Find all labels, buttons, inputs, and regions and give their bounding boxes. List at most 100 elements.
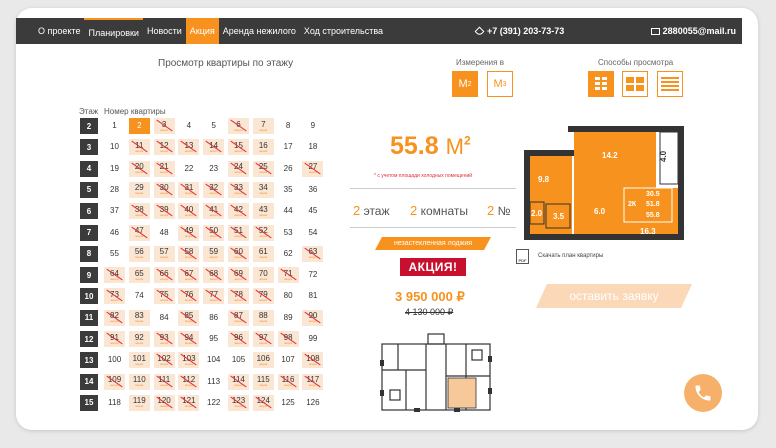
apartment-cell[interactable]: 69 акция <box>228 267 249 284</box>
apartment-cell[interactable]: 120 акция <box>153 394 175 411</box>
apartment-cell[interactable]: 88 акция <box>252 309 274 326</box>
apartment-cell[interactable]: 114 акция <box>228 373 249 390</box>
apartment-cell[interactable]: 99 <box>302 331 323 347</box>
apartment-cell[interactable]: 8 <box>278 118 299 134</box>
unit-m2-button[interactable]: М2 <box>452 71 478 97</box>
apartment-cell[interactable]: 50 акция <box>203 224 225 241</box>
apartment-cell[interactable]: 34 акция <box>252 181 274 198</box>
apartment-cell[interactable]: 16 акция <box>252 139 274 156</box>
apartment-cell[interactable]: 4 <box>178 118 199 134</box>
apartment-cell[interactable]: 61 акция <box>252 245 274 262</box>
apartment-cell[interactable]: 15 акция <box>228 139 249 156</box>
apartment-cell[interactable]: 98 акция <box>277 331 299 347</box>
submit-request-button[interactable]: оставить заявку <box>536 284 692 308</box>
apartment-cell[interactable]: 7 акция <box>252 118 274 134</box>
apartment-cell[interactable]: 113 <box>203 374 224 390</box>
apartment-cell[interactable]: 60 акция <box>228 245 249 262</box>
apartment-cell[interactable]: 54 <box>302 225 323 241</box>
apartment-cell[interactable]: 70 акция <box>252 267 274 284</box>
apartment-cell[interactable]: 56 акция <box>128 245 150 262</box>
call-button[interactable] <box>684 374 722 412</box>
apartment-cell[interactable]: 62 <box>278 246 299 262</box>
apartment-cell[interactable]: 105 <box>228 352 249 368</box>
apartment-cell[interactable]: 123 акция <box>228 394 249 411</box>
apartment-cell[interactable]: 51 акция <box>228 224 249 241</box>
apartment-cell[interactable]: 95 <box>203 331 224 347</box>
apartment-cell[interactable]: 107 <box>278 352 299 368</box>
nav-phone[interactable]: +7 (391) 203-73-73 <box>474 18 564 44</box>
apartment-cell[interactable]: 2 <box>128 118 150 134</box>
apartment-cell[interactable]: 32 акция <box>203 181 225 198</box>
apartment-cell[interactable]: 26 <box>278 161 299 177</box>
apartment-cell[interactable]: 20 акция <box>128 160 150 177</box>
apartment-cell[interactable]: 55 <box>104 246 125 262</box>
apartment-cell[interactable]: 111 акция <box>153 373 175 390</box>
apartment-cell[interactable]: 117 акция <box>302 373 324 390</box>
apartment-cell[interactable]: 42 акция <box>228 203 249 220</box>
view-building-button[interactable] <box>588 71 614 97</box>
apartment-cell[interactable]: 65 акция <box>128 267 150 284</box>
apartment-cell[interactable]: 110 акция <box>128 373 150 390</box>
apartment-cell[interactable]: 40 акция <box>178 203 200 220</box>
apartment-cell[interactable]: 92 акция <box>128 331 150 347</box>
apartment-cell[interactable]: 53 <box>278 225 299 241</box>
apartment-cell[interactable]: 124 акция <box>252 394 274 411</box>
apartment-cell[interactable]: 31 акция <box>178 181 200 198</box>
apartment-cell[interactable]: 83 акция <box>128 309 150 326</box>
apartment-cell[interactable]: 17 <box>278 139 299 155</box>
apartment-cell[interactable]: 25 акция <box>252 160 274 177</box>
apartment-cell[interactable]: 63 акция <box>302 245 324 262</box>
apartment-cell[interactable]: 91 акция <box>104 331 125 347</box>
apartment-cell[interactable]: 108 акция <box>302 352 324 369</box>
apartment-cell[interactable]: 80 <box>278 288 299 304</box>
apartment-cell[interactable]: 46 <box>104 225 125 241</box>
apartment-cell[interactable]: 74 <box>129 288 150 304</box>
apartment-cell[interactable]: 126 <box>302 395 323 411</box>
nav-news[interactable]: Новости <box>143 18 186 44</box>
apartment-cell[interactable]: 14 акция <box>203 139 225 156</box>
apartment-cell[interactable]: 106 акция <box>252 352 274 369</box>
nav-promo[interactable]: Акция <box>185 18 219 44</box>
apartment-cell[interactable]: 75 акция <box>153 288 175 305</box>
apartment-cell[interactable]: 28 <box>104 182 125 198</box>
apartment-cell[interactable]: 33 акция <box>228 181 249 198</box>
apartment-cell[interactable]: 68 акция <box>203 267 225 284</box>
apartment-cell[interactable]: 49 акция <box>178 224 200 241</box>
apartment-cell[interactable]: 82 акция <box>104 309 125 326</box>
apartment-cell[interactable]: 5 <box>203 118 224 134</box>
apartment-cell[interactable]: 86 <box>203 310 224 326</box>
apartment-cell[interactable]: 67 акция <box>178 267 200 284</box>
apartment-cell[interactable]: 97 акция <box>252 331 274 347</box>
apartment-cell[interactable]: 79 акция <box>252 288 274 305</box>
apartment-cell[interactable]: 112 акция <box>178 373 200 390</box>
apartment-cell[interactable]: 48 <box>154 225 175 241</box>
apartment-cell[interactable]: 109 акция <box>104 373 125 390</box>
apartment-cell[interactable]: 115 акция <box>252 373 274 390</box>
apartment-cell[interactable]: 18 <box>302 139 323 155</box>
apartment-cell[interactable]: 58 акция <box>178 245 200 262</box>
apartment-cell[interactable]: 77 акция <box>203 288 225 305</box>
view-tiles-button[interactable] <box>622 71 648 97</box>
apartment-cell[interactable]: 116 акция <box>277 373 299 390</box>
apartment-cell[interactable]: 103 акция <box>178 352 200 369</box>
apartment-cell[interactable]: 35 <box>278 182 299 198</box>
nav-email[interactable]: 2880055@mail.ru <box>650 18 736 44</box>
apartment-cell[interactable]: 27 акция <box>302 160 324 177</box>
apartment-cell[interactable]: 29 акция <box>128 181 150 198</box>
apartment-cell[interactable]: 59 акция <box>203 245 225 262</box>
apartment-cell[interactable]: 37 <box>104 203 125 219</box>
apartment-cell[interactable]: 101 акция <box>128 352 150 369</box>
apartment-cell[interactable]: 22 <box>178 161 199 177</box>
apartment-cell[interactable]: 11 акция <box>128 139 150 156</box>
apartment-cell[interactable]: 85 акция <box>178 309 200 326</box>
apartment-cell[interactable]: 52 акция <box>252 224 274 241</box>
apartment-cell[interactable]: 19 <box>104 161 125 177</box>
apartment-cell[interactable]: 10 <box>104 139 125 155</box>
apartment-cell[interactable]: 96 акция <box>228 331 249 347</box>
apartment-cell[interactable]: 104 <box>203 352 224 368</box>
apartment-cell[interactable]: 100 <box>104 352 125 368</box>
apartment-cell[interactable]: 81 <box>302 288 323 304</box>
apartment-cell[interactable]: 121 акция <box>178 394 200 411</box>
apartment-cell[interactable]: 3 акция <box>153 118 175 134</box>
apartment-cell[interactable]: 57 акция <box>153 245 175 262</box>
